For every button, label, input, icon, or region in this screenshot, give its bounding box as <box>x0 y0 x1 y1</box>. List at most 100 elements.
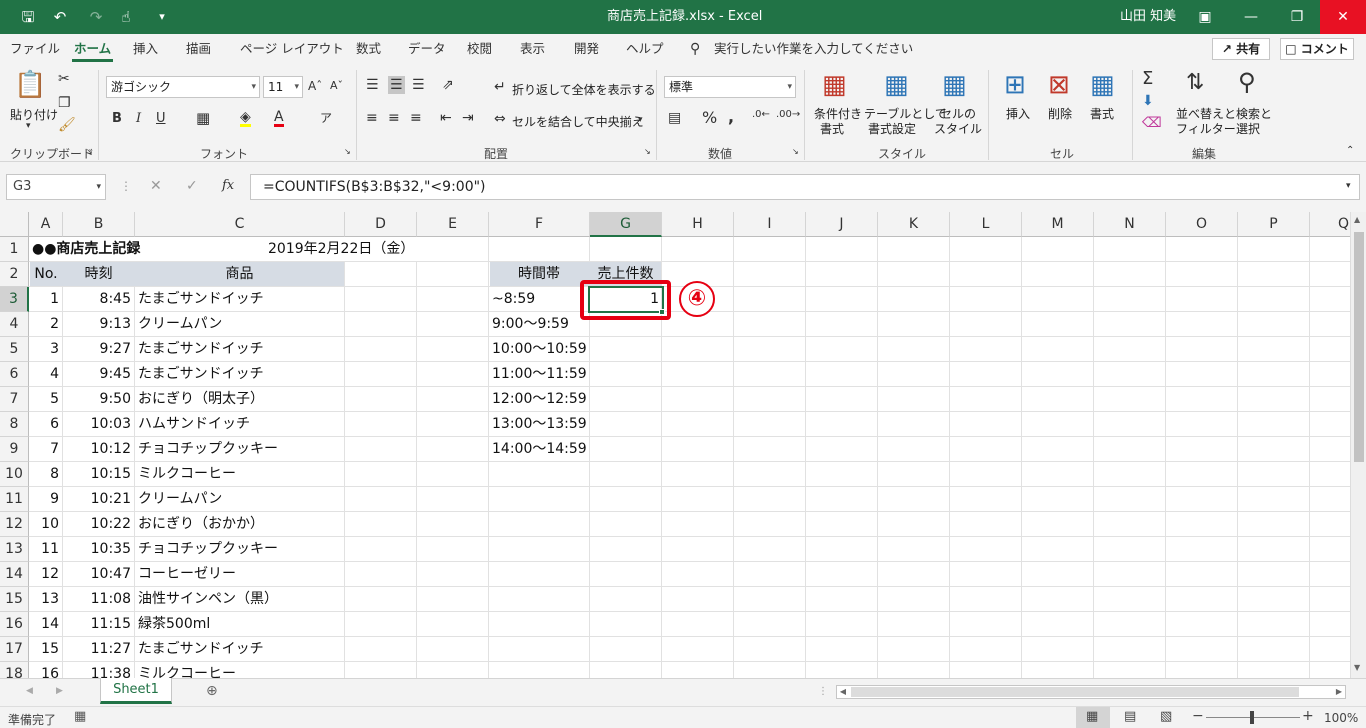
align-top-icon[interactable]: ☰ <box>366 78 379 92</box>
row-header[interactable]: 14 <box>0 562 29 587</box>
shrink-font-icon[interactable]: Aˇ <box>330 80 343 91</box>
ribbon-display-icon[interactable]: ▣ <box>1182 0 1228 34</box>
phonetic-icon[interactable]: ア <box>320 112 332 124</box>
column-header-c[interactable]: C <box>135 212 345 237</box>
add-sheet-icon[interactable]: ⊕ <box>206 684 218 698</box>
merge-center-button[interactable]: セルを結合して中央揃え <box>512 113 644 130</box>
column-header-e[interactable]: E <box>417 212 489 237</box>
column-header-d[interactable]: D <box>345 212 417 237</box>
format-cells-icon[interactable]: ▦ <box>1090 72 1115 98</box>
align-left-icon[interactable]: ≡ <box>366 111 378 125</box>
tab-draw[interactable]: 描画 <box>186 34 211 64</box>
row-header[interactable]: 18 <box>0 662 29 678</box>
normal-view-icon[interactable]: ▦ <box>1086 710 1098 723</box>
row-header[interactable]: 11 <box>0 487 29 512</box>
tab-file[interactable]: ファイル <box>10 34 60 64</box>
tab-view[interactable]: 表示 <box>520 34 545 64</box>
merge-center-icon[interactable]: ⇔ <box>494 112 506 126</box>
column-header-i[interactable]: I <box>734 212 806 237</box>
underline-icon[interactable]: U <box>156 112 166 125</box>
horizontal-scroll-thumb[interactable] <box>851 687 1299 697</box>
scroll-thumb[interactable] <box>1354 232 1364 462</box>
row-header[interactable]: 12 <box>0 512 29 537</box>
italic-icon[interactable]: I <box>136 112 141 125</box>
column-header-h[interactable]: H <box>662 212 734 237</box>
tab-page-layout[interactable]: ページ レイアウト <box>240 34 344 64</box>
column-header-j[interactable]: J <box>806 212 878 237</box>
tab-data[interactable]: データ <box>408 34 446 64</box>
row-header[interactable]: 17 <box>0 637 29 662</box>
row-header[interactable]: 2 <box>0 262 29 287</box>
save-icon[interactable]: 🖫 <box>18 7 38 27</box>
name-box[interactable]: G3 ▾ <box>6 174 106 200</box>
grow-font-icon[interactable]: Aˆ <box>308 80 322 92</box>
row-header[interactable]: 9 <box>0 437 29 462</box>
column-header-g[interactable]: G <box>590 212 662 237</box>
alignment-launcher-icon[interactable]: ↘ <box>644 148 651 156</box>
tab-help[interactable]: ヘルプ <box>626 34 664 64</box>
align-bottom-icon[interactable]: ☰ <box>412 78 425 92</box>
tab-review[interactable]: 校閲 <box>467 34 492 64</box>
scroll-right-icon[interactable]: ▶ <box>1333 686 1345 698</box>
touch-mode-icon[interactable]: ☝ <box>116 7 136 27</box>
column-header-q[interactable]: Q <box>1310 212 1350 237</box>
paste-icon[interactable]: 📋 <box>14 72 46 98</box>
tab-formulas[interactable]: 数式 <box>356 34 381 64</box>
row-header[interactable]: 5 <box>0 337 29 362</box>
number-launcher-icon[interactable]: ↘ <box>792 148 799 156</box>
page-break-view-icon[interactable]: ▧ <box>1160 710 1172 723</box>
font-name-select[interactable]: 游ゴシック ▾ <box>106 76 260 98</box>
next-sheet-icon[interactable]: ▶ <box>56 687 63 696</box>
close-button[interactable]: ✕ <box>1320 0 1366 34</box>
clipboard-launcher-icon[interactable]: ↘ <box>86 148 93 156</box>
cancel-edit-icon[interactable]: ✕ <box>150 179 162 193</box>
clear-icon[interactable]: ⌫ <box>1142 116 1162 130</box>
delete-cells-icon[interactable]: ⊠ <box>1048 72 1070 98</box>
row-header[interactable]: 1 <box>0 237 29 262</box>
font-size-select[interactable]: 11 ▾ <box>263 76 303 98</box>
scroll-up-icon[interactable]: ▲ <box>1354 216 1360 224</box>
select-all-corner[interactable] <box>0 212 29 237</box>
column-header-o[interactable]: O <box>1166 212 1238 237</box>
percent-icon[interactable]: % <box>702 110 717 126</box>
row-header[interactable]: 13 <box>0 537 29 562</box>
row-header[interactable]: 7 <box>0 387 29 412</box>
zoom-out-icon[interactable]: − <box>1192 709 1204 723</box>
horizontal-scrollbar[interactable]: ◀ ▶ <box>836 685 1346 699</box>
tab-insert[interactable]: 挿入 <box>133 34 158 64</box>
increase-indent-icon[interactable]: ⇥ <box>462 111 474 125</box>
row-header[interactable]: 15 <box>0 587 29 612</box>
column-header-p[interactable]: P <box>1238 212 1310 237</box>
tab-home[interactable]: ホーム <box>71 34 114 64</box>
expand-formula-icon[interactable]: ▾ <box>1346 182 1351 191</box>
format-cells-button[interactable]: 書式 <box>1090 105 1114 122</box>
find-select-icon[interactable]: ⚲ <box>1238 70 1256 94</box>
format-painter-icon[interactable]: 🖌 <box>58 118 76 132</box>
decrease-indent-icon[interactable]: ⇤ <box>440 111 452 125</box>
restore-button[interactable]: ❐ <box>1274 0 1320 34</box>
row-header[interactable]: 8 <box>0 412 29 437</box>
tab-developer[interactable]: 開発 <box>574 34 599 64</box>
bold-icon[interactable]: B <box>112 112 122 125</box>
comma-style-icon[interactable]: , <box>728 109 734 125</box>
sheet-tab-sheet1[interactable]: Sheet1 <box>100 678 172 704</box>
vertical-scrollbar[interactable]: ▲ ▼ <box>1350 212 1366 678</box>
minimize-button[interactable]: — <box>1228 0 1274 34</box>
zoom-in-icon[interactable]: + <box>1302 709 1314 723</box>
confirm-edit-icon[interactable]: ✓ <box>186 179 198 193</box>
formula-input[interactable]: =COUNTIFS(B$3:B$32,"<9:00") <box>250 174 1360 200</box>
row-header[interactable]: 4 <box>0 312 29 337</box>
align-middle-icon[interactable]: ☰ <box>388 76 405 94</box>
collapse-ribbon-icon[interactable]: ⌃ <box>1346 146 1354 156</box>
row-header[interactable]: 3 <box>0 287 29 312</box>
undo-icon[interactable]: ↶ <box>50 7 70 27</box>
insert-function-icon[interactable]: fx <box>222 179 234 192</box>
customize-qat-icon[interactable]: ▾ <box>152 7 172 27</box>
decrease-decimal-icon[interactable]: .00→ <box>776 110 800 120</box>
fill-icon[interactable]: ⬇ <box>1142 94 1154 108</box>
tab-split-handle[interactable]: ⋮ <box>818 687 828 697</box>
tell-me-search[interactable]: 実行したい作業を入力してください <box>714 34 913 64</box>
paste-button[interactable]: 貼り付け <box>10 106 58 123</box>
redo-icon[interactable]: ↷ <box>86 7 106 27</box>
zoom-slider-thumb[interactable] <box>1250 711 1254 724</box>
